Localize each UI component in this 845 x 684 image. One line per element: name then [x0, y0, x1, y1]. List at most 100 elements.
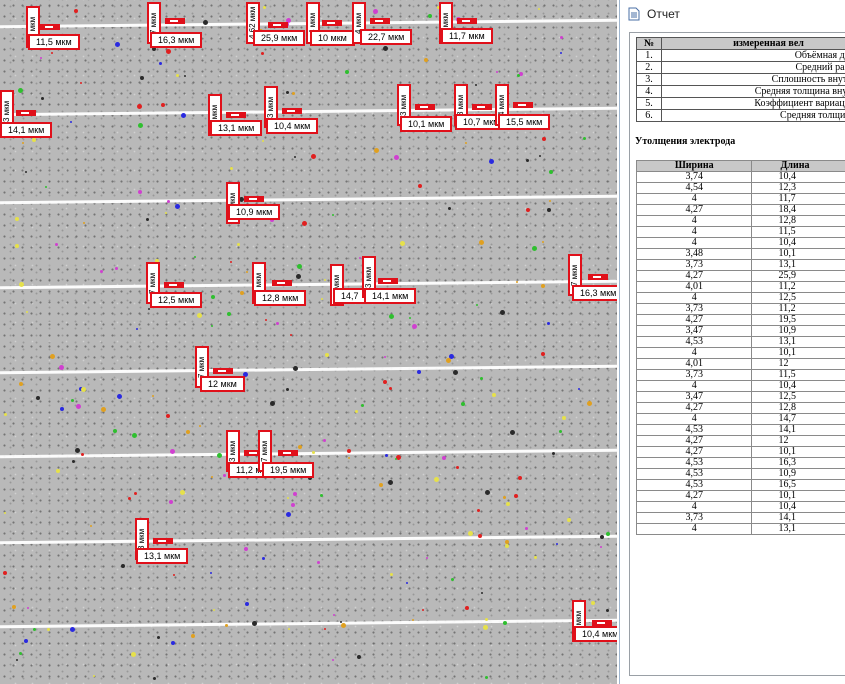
particle [4, 512, 6, 514]
length-label: 15,5 мкм [498, 114, 551, 130]
particle [4, 413, 7, 416]
particle [203, 20, 208, 25]
width-cell: 4 [635, 380, 753, 392]
length-label: 22,7 мкм [360, 29, 413, 45]
particle [27, 607, 29, 609]
window-titlebar[interactable]: Отчет [620, 0, 845, 28]
particle [477, 509, 480, 512]
particle [600, 546, 602, 548]
table-row: 4,01 11,2 [635, 281, 845, 293]
marker [226, 112, 246, 118]
particle [60, 407, 64, 411]
particle [320, 494, 323, 497]
particle [389, 387, 392, 390]
width-cell: 4 [635, 347, 753, 359]
particle [50, 354, 55, 359]
table-row: 3,48 10,1 [635, 248, 845, 260]
particle [446, 358, 451, 363]
report-window[interactable]: Отчет № измеренная вел 1.Объёмная доля п… [619, 0, 845, 684]
particle [323, 439, 326, 442]
particle [426, 557, 428, 559]
particle [465, 142, 467, 144]
length-cell: 14,1 [751, 424, 845, 436]
table-row: 3.Сплошность внутренне [636, 73, 845, 86]
marker [378, 278, 398, 284]
particle [276, 322, 279, 325]
particle [262, 557, 265, 560]
length-label: 13,1 мкм [210, 120, 263, 136]
particle [496, 71, 498, 73]
particle [262, 140, 264, 142]
length-label: 10 мкм [310, 30, 355, 46]
window-title: Отчет [647, 7, 680, 21]
particle [199, 425, 201, 427]
length-label: 12 мкм [200, 376, 245, 392]
width-cell: 4,53 [635, 336, 753, 348]
particle [389, 314, 394, 319]
table-row: 5.Коэффициент вариации тол [636, 97, 845, 110]
table-row: 4 11,7 [635, 193, 845, 205]
particle [395, 458, 397, 460]
width-cell: 4 [635, 237, 753, 249]
width-cell: 3,73 [635, 369, 753, 381]
particle [333, 614, 335, 616]
particle [412, 619, 414, 621]
particle [59, 365, 64, 370]
table-row: 4,53 16,5 [635, 479, 845, 491]
particle [539, 155, 541, 157]
length-label: 12,5 мкм [150, 292, 203, 308]
particle [534, 556, 537, 559]
particle [36, 396, 40, 400]
particle [197, 313, 202, 318]
particle [191, 634, 195, 638]
particle [230, 167, 233, 170]
length-label: 16,3 мкм [572, 285, 617, 301]
particle [138, 190, 142, 194]
particle [374, 148, 379, 153]
report-content[interactable]: № измеренная вел 1.Объёмная доля по2.Сре… [629, 32, 845, 676]
particle [131, 652, 136, 657]
width-cell: 4,53 [635, 479, 753, 491]
length-cell: 11,2 [751, 303, 845, 315]
particle [19, 652, 22, 655]
electrode-line [0, 194, 617, 205]
width-cell: 4,53 [635, 424, 753, 436]
particle [394, 155, 399, 160]
particle [542, 137, 546, 141]
particle [240, 291, 244, 295]
width-cell: 3,73 [635, 512, 753, 524]
particle [348, 457, 350, 459]
particle [211, 295, 215, 299]
particle [385, 454, 388, 457]
particle [500, 310, 505, 315]
particle [606, 532, 610, 536]
particle [298, 445, 302, 449]
particle [361, 404, 364, 407]
particle [171, 641, 175, 645]
particle [355, 410, 358, 413]
particle [516, 281, 518, 283]
width-cell: 4,01 [635, 281, 753, 293]
width-cell: 4,53 [635, 468, 753, 480]
particle [286, 512, 291, 517]
particle [245, 602, 249, 606]
table-row: 4 10,4 [635, 380, 845, 392]
table-row: 3,73 11,5 [635, 369, 845, 381]
marker [213, 368, 233, 374]
length-cell: 10,4 [751, 501, 845, 513]
table-row: 4 14,7 [635, 413, 845, 425]
width-cell: 4,53 [635, 457, 753, 469]
particle [311, 154, 316, 159]
particle [136, 328, 138, 330]
particle [489, 159, 494, 164]
particle [325, 353, 329, 357]
particle [166, 49, 171, 54]
row-number: 1. [636, 49, 662, 62]
particle [83, 222, 85, 224]
particle [302, 221, 307, 226]
particle [324, 279, 326, 281]
particle [165, 212, 167, 214]
thickening-table: Ширина Длина 3,74 10,4 4,54 12,3 4 11,7 4,27 18… [635, 160, 845, 535]
width-cell: 3,74 [635, 171, 753, 183]
row-number: 3. [636, 73, 662, 86]
